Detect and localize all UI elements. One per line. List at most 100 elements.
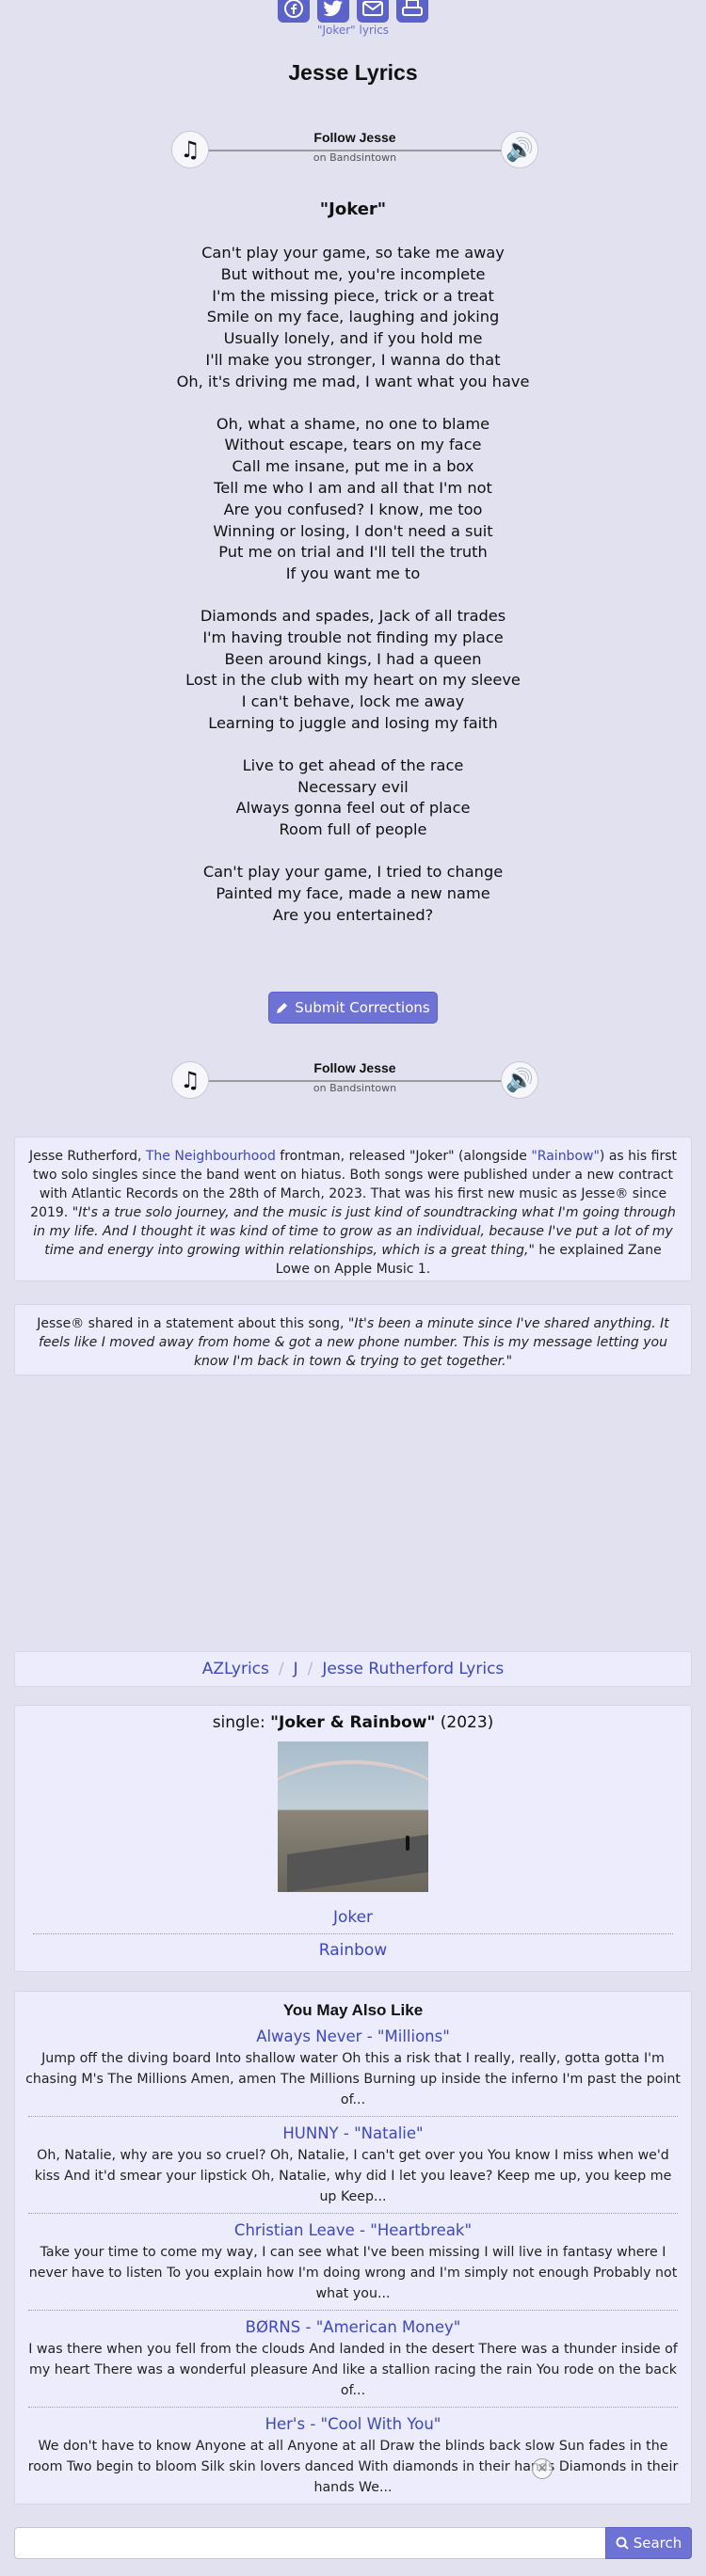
recommendation-title[interactable]: Her's - "Cool With You" [265,2415,441,2433]
breadcrumb-separator: / [278,1660,284,1678]
lyric-line: I can't behave, lock me away [241,692,465,711]
recommendation-snippet: I was there when you fell from the cloud… [28,2342,678,2398]
album-name: "Joker & Rainbow" [270,1713,436,1732]
song-title: "Joker" [319,199,387,219]
lyric-line: I'll make you stronger, I wanna do that [205,350,501,369]
recommendation-item: HUNNY - "Natalie" Oh, Natalie, why are y… [15,2123,691,2207]
album-cover[interactable] [278,1741,428,1892]
lyric-line: Live to get ahead of the race [242,755,464,774]
neighbourhood-link[interactable]: The Neighbourhood [146,1149,276,1164]
follow-widget-bottom[interactable]: ♫ 🔊 Follow Jesse on Bandsintown [171,1058,538,1102]
submit-corrections-button[interactable]: Submit Corrections [268,992,438,1024]
lyric-line: Can't play your game, so take me away [201,244,505,262]
recommendation-item: Always Never - "Millions" Jump off the d… [15,2026,691,2110]
lyric-line: Lost in the club with my heart on my sle… [185,671,521,690]
search-button-label: Search [633,2535,682,2552]
track-link-joker[interactable]: Joker [333,1908,373,1927]
lyrics-stanza: Can't play your game, so take me away Bu… [0,243,706,393]
share-bar: "Joker" lyrics [0,0,706,37]
lyric-line: Winning or losing, I don't need a suit [213,521,493,540]
lyric-line: Diamonds and spades, Jack of all trades [200,606,506,625]
breadcrumb: AZLyrics / J / Jesse Rutherford Lyrics [14,1651,692,1687]
track-link-rainbow[interactable]: Rainbow [319,1941,387,1960]
recommendation-title[interactable]: BØRNS - "American Money" [246,2318,461,2336]
breadcrumb-home[interactable]: AZLyrics [202,1660,269,1678]
recommendation-divider [28,2407,678,2408]
recommendation-divider [28,2116,678,2117]
figure-graphic [406,1836,409,1851]
close-icon[interactable]: ✕ [532,2458,553,2479]
email-icon[interactable] [357,0,389,23]
lyric-line: I'm having trouble not finding my place [202,628,504,646]
recommendation-snippet: Take your time to come my way, I can see… [28,2245,678,2301]
breadcrumb-separator: / [307,1660,313,1678]
lyric-line: Painted my face, made a new name [216,883,490,902]
follow-name[interactable]: Follow Jesse [310,1060,400,1075]
twitter-icon[interactable] [317,0,349,23]
recommendation-title[interactable]: Christian Leave - "Heartbreak" [234,2221,472,2239]
page-title: Jesse Lyrics [288,60,418,85]
lyric-line: Oh, it's driving me mad, I want what you… [176,372,530,390]
breadcrumb-letter[interactable]: J [294,1660,298,1678]
info-text: Jesse Rutherford, [28,1149,146,1164]
album-panel: single: "Joker & Rainbow" (2023) Joker R… [14,1705,692,1972]
lyric-line: Put me on trial and I'll tell the truth [218,543,488,562]
lyric-line: Tell me who I am and all that I'm not [214,478,492,497]
lyric-line: Necessary evil [297,777,409,796]
lyrics-stanza: Diamonds and spades, Jack of all trades … [0,606,706,735]
recommendation-snippet: Oh, Natalie, why are you so cruel? Oh, N… [34,2148,672,2204]
submit-corrections-label: Submit Corrections [295,999,430,1016]
lyrics-stanza: Can't play your game, I tried to change … [0,862,706,926]
lyric-line: Call me insane, put me in a box [232,457,474,476]
lyrics-stanza: Live to get ahead of the race Necessary … [0,755,706,841]
info-text: frontman, released "Joker" (alongside [275,1149,532,1164]
share-icons [0,0,706,23]
lyric-line: Room full of people [279,820,427,839]
print-icon[interactable] [396,0,428,23]
lyric-line: Smile on my face, laughing and joking [206,308,500,326]
also-heading: You May Also Like [282,2001,424,2019]
follow-name[interactable]: Follow Jesse [310,130,400,145]
lyric-line: Usually lonely, and if you hold me [223,329,483,348]
album-heading: single: "Joker & Rainbow" (2023) [15,1713,691,1732]
album-year: (2023) [435,1713,494,1732]
you-may-also-like-panel: You May Also Like Always Never - "Millio… [14,1991,692,2504]
rainbow-link[interactable]: "Rainbow" [531,1149,600,1164]
pencil-icon [277,1003,288,1013]
recommendation-title[interactable]: HUNNY - "Natalie" [282,2124,423,2142]
lyrics-stanza: Oh, what a shame, no one to blame Withou… [0,414,706,585]
album-prefix: single: [212,1713,271,1732]
recommendation-snippet: We don't have to know Anyone at all Anyo… [27,2439,679,2495]
lyric-line: Oh, what a shame, no one to blame [216,414,490,433]
recommendation-snippet: Jump off the diving board Into shallow w… [25,2051,681,2107]
search-icon [616,2536,629,2550]
follow-sub: on Bandsintown [309,151,401,164]
share-caption: "Joker" lyrics [316,24,390,37]
lyrics-body: Can't play your game, so take me away Bu… [0,243,706,946]
search-bar: Search [14,2527,692,2559]
lyric-line: Learning to juggle and losing my faith [208,713,498,732]
lyric-line: If you want me to [285,564,421,583]
song-info-panel: Jesse Rutherford, The Neighbourhood fron… [14,1137,692,1281]
lyric-line: Are you confused? I know, me too [223,500,483,518]
recommendation-item: BØRNS - "American Money" I was there whe… [15,2316,691,2401]
lyric-line: Can't play your game, I tried to change [202,862,504,881]
follow-sub: on Bandsintown [309,1082,401,1094]
info-text: Jesse® shared in a statement about this … [37,1316,348,1331]
recommendation-item: Christian Leave - "Heartbreak" Take your… [15,2219,691,2304]
facebook-icon[interactable] [278,0,310,23]
follow-widget[interactable]: ♫ 🔊 Follow Jesse on Bandsintown [171,128,538,171]
song-statement-panel: Jesse® shared in a statement about this … [14,1304,692,1375]
lyric-line: I'm the missing piece, trick or a treat [212,286,494,305]
lyric-line: Without escape, tears on my face [224,436,482,454]
recommendation-item: Her's - "Cool With You" We don't have to… [15,2413,691,2498]
breadcrumb-artist[interactable]: Jesse Rutherford Lyrics [322,1660,504,1678]
recommendation-title[interactable]: Always Never - "Millions" [256,2027,450,2045]
lyric-line: But without me, you're incomplete [220,264,486,283]
track-divider [33,1933,673,1934]
lyric-line: Are you entertained? [272,905,434,924]
search-input[interactable] [14,2527,605,2559]
lyric-line: Been around kings, I had a queen [224,649,482,668]
recommendation-divider [28,2310,678,2311]
search-button[interactable]: Search [605,2527,692,2559]
